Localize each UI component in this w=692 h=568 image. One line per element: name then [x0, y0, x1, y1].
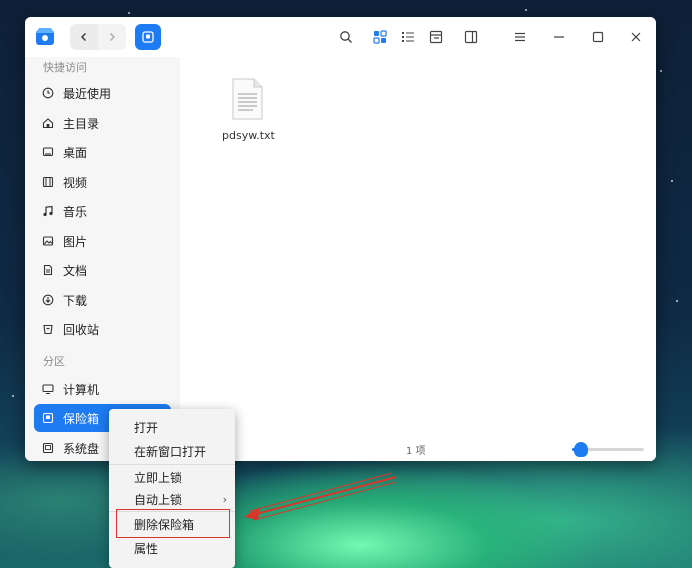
menu-item-open-new-window[interactable]: 在新窗口打开 — [109, 439, 235, 463]
vault-icon — [42, 412, 54, 424]
list-view-button[interactable] — [398, 27, 418, 47]
sidebar-item-pictures[interactable]: 图片 — [34, 227, 171, 255]
minimize-button[interactable] — [549, 27, 569, 47]
menu-item-auto-lock[interactable]: 自动上锁 › — [109, 487, 235, 511]
search-icon — [340, 31, 352, 43]
close-button[interactable] — [626, 27, 646, 47]
item-count: 1 项 — [406, 446, 426, 457]
file-manager-window: 快捷访问 最近使用 主目录 桌面 视频 音乐 图片 文档 下载 回收站 分区 计… — [25, 17, 656, 461]
sidebar-item-label: 回收站 — [63, 322, 100, 337]
text-file-icon — [229, 77, 265, 121]
tree-view-icon — [429, 30, 443, 44]
sidebar-item-home[interactable]: 主目录 — [34, 109, 171, 137]
star — [671, 180, 673, 182]
computer-icon — [42, 383, 54, 395]
hamburger-menu-icon — [515, 32, 525, 42]
desktop-icon — [42, 146, 54, 158]
vault-icon — [142, 31, 154, 43]
sidebar-panel-icon — [464, 30, 478, 44]
sidebar-item-label: 图片 — [63, 234, 88, 249]
sidebar-item-label: 最近使用 — [63, 86, 112, 101]
file-item[interactable]: pdsyw.txt — [222, 77, 275, 157]
sidebar-item-label: 系统盘 — [63, 441, 100, 456]
picture-icon — [42, 235, 54, 247]
details-panel-button[interactable] — [461, 27, 481, 47]
file-manager-logo-icon — [34, 25, 56, 47]
document-icon — [42, 264, 54, 276]
menu-item-label: 自动上锁 — [134, 492, 183, 507]
navigation-buttons — [70, 24, 126, 50]
sidebar-item-label: 文档 — [63, 263, 88, 278]
sidebar-item-desktop[interactable]: 桌面 — [34, 138, 171, 166]
clock-icon — [42, 87, 54, 99]
sidebar-item-label: 计算机 — [63, 382, 100, 397]
submenu-arrow-icon: › — [222, 492, 227, 506]
search-button[interactable] — [336, 27, 356, 47]
home-icon — [42, 117, 54, 129]
zoom-slider-handle[interactable] — [573, 442, 588, 457]
star — [525, 9, 527, 11]
quick-access-heading: 快捷访问 — [43, 61, 87, 74]
sidebar-item-music[interactable]: 音乐 — [34, 197, 171, 225]
chevron-right-icon — [110, 33, 115, 41]
forward-button[interactable] — [98, 24, 126, 50]
maximize-button[interactable] — [588, 27, 608, 47]
menu-item-delete-vault[interactable]: 删除保险箱 — [109, 512, 235, 536]
main-menu-button[interactable] — [510, 27, 530, 47]
minimize-icon — [554, 36, 564, 38]
breadcrumb-vault-button[interactable] — [135, 24, 161, 50]
titlebar — [25, 17, 656, 57]
file-view[interactable]: pdsyw.txt — [180, 57, 656, 437]
disk-icon — [42, 442, 54, 454]
download-icon — [42, 294, 54, 306]
sidebar-item-label: 视频 — [63, 175, 88, 190]
sidebar-item-label: 主目录 — [63, 116, 100, 131]
back-button[interactable] — [70, 24, 98, 50]
menu-item-properties[interactable]: 属性 — [109, 536, 235, 560]
status-bar: 1 项 — [180, 437, 656, 461]
sidebar-item-label: 下载 — [63, 293, 88, 308]
star — [660, 70, 662, 72]
trash-icon — [42, 323, 54, 335]
tree-view-button[interactable] — [426, 27, 446, 47]
close-icon — [631, 32, 641, 42]
sidebar-item-documents[interactable]: 文档 — [34, 256, 171, 284]
star — [128, 12, 130, 14]
context-menu: 打开 在新窗口打开 立即上锁 自动上锁 › 删除保险箱 属性 — [109, 409, 235, 568]
sidebar-item-recent[interactable]: 最近使用 — [34, 79, 171, 107]
menu-item-open[interactable]: 打开 — [109, 415, 235, 439]
sidebar-item-downloads[interactable]: 下载 — [34, 286, 171, 314]
sidebar-item-trash[interactable]: 回收站 — [34, 315, 171, 343]
list-view-icon — [402, 32, 414, 42]
icon-view-icon — [373, 30, 387, 44]
sidebar-item-label: 桌面 — [63, 145, 88, 160]
file-name: pdsyw.txt — [222, 129, 275, 142]
sidebar-item-label: 音乐 — [63, 204, 88, 219]
star — [676, 300, 678, 302]
partitions-heading: 分区 — [43, 355, 65, 368]
music-icon — [42, 205, 54, 217]
maximize-icon — [592, 31, 604, 43]
sidebar-item-videos[interactable]: 视频 — [34, 168, 171, 196]
video-icon — [42, 176, 54, 188]
sidebar: 快捷访问 最近使用 主目录 桌面 视频 音乐 图片 文档 下载 回收站 分区 计… — [25, 57, 180, 461]
chevron-left-icon — [81, 33, 86, 41]
sidebar-item-label: 保险箱 — [63, 411, 100, 426]
menu-item-lock-now[interactable]: 立即上锁 — [109, 465, 235, 489]
icon-view-button[interactable] — [370, 27, 390, 47]
sidebar-item-computer[interactable]: 计算机 — [34, 375, 171, 403]
star — [12, 395, 14, 397]
